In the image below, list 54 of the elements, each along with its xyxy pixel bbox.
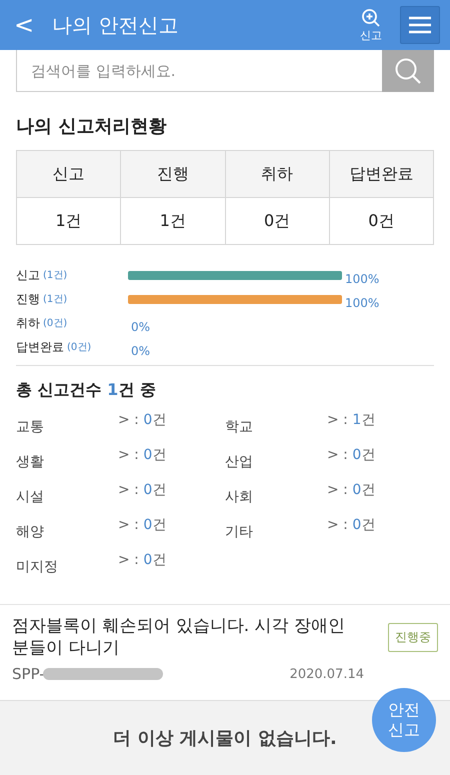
bar-count: (1건)	[43, 269, 68, 282]
percent-value: 0%	[131, 344, 150, 358]
category-name: 생활	[16, 453, 45, 471]
bar-label: 신고	[16, 266, 40, 284]
bar-label: 취하	[16, 314, 40, 332]
table-cell: 1건	[121, 198, 226, 245]
category-name: 시설	[16, 488, 45, 506]
bar-count: (0건)	[43, 317, 68, 330]
category-name: 미지정	[16, 558, 59, 576]
search-field[interactable]: 검색어를 입력하세요.	[16, 50, 382, 92]
category-count[interactable]: > : 0건	[327, 481, 376, 499]
report-button[interactable]: 신고	[360, 8, 382, 42]
table-header: 답변완료	[330, 151, 434, 198]
category-count[interactable]: > : 0건	[118, 411, 166, 429]
table-cell: 1건	[17, 198, 122, 245]
menu-icon	[408, 15, 432, 35]
bar-count: (1건)	[43, 293, 68, 306]
category-name: 사회	[225, 488, 254, 506]
bar-label: 답변완료	[16, 338, 64, 356]
page-title: 나의 안전신고	[52, 12, 180, 38]
category-name: 학교	[225, 418, 254, 436]
table-header: 진행	[121, 151, 226, 198]
table-header: 신고	[17, 151, 122, 198]
bar-count: (0건)	[67, 341, 92, 354]
category-name: 교통	[16, 418, 45, 436]
category-count[interactable]: > : 0건	[118, 446, 166, 464]
end-message: 더 이상 게시물이 없습니다.	[113, 727, 337, 750]
category-name: 산업	[225, 453, 254, 471]
category-count[interactable]: > : 0건	[118, 551, 166, 569]
menu-button[interactable]	[400, 6, 440, 44]
section-title: 나의 신고처리현황	[16, 115, 168, 138]
table-cell: 0건	[226, 198, 330, 245]
table-cell: 0건	[330, 198, 434, 245]
category-count[interactable]: > : 0건	[118, 481, 166, 499]
back-button[interactable]: <	[14, 11, 42, 39]
bar-label: 진행	[16, 290, 40, 308]
report-id: SPP-	[12, 665, 45, 683]
report-title: 점자블록이 훼손되어 있습니다. 시각 장애인 분들이 다니기	[12, 615, 346, 659]
report-item[interactable]: 점자블록이 훼손되어 있습니다. 시각 장애인 분들이 다니기 진행중 SPP- 2020.07.14	[0, 604, 450, 693]
search-icon	[394, 57, 422, 85]
category-name: 해양	[16, 523, 45, 541]
status-badge: 진행중	[388, 622, 438, 652]
zoom-in-icon	[361, 8, 381, 28]
table-header: 취하	[226, 151, 330, 198]
category-count[interactable]: > : 0건	[327, 516, 376, 534]
category-count[interactable]: > : 0건	[327, 446, 376, 464]
percent-value: 0%	[131, 320, 150, 334]
percent-value: 100%	[345, 296, 380, 310]
report-date: 2020.07.14	[290, 666, 364, 682]
category-count[interactable]: > : 0건	[118, 516, 166, 534]
category-name: 기타	[225, 523, 254, 541]
total-heading: 총 신고건수 1건 중	[16, 380, 157, 401]
percent-value: 100%	[345, 272, 380, 286]
category-count[interactable]: > : 1 건	[327, 411, 376, 429]
